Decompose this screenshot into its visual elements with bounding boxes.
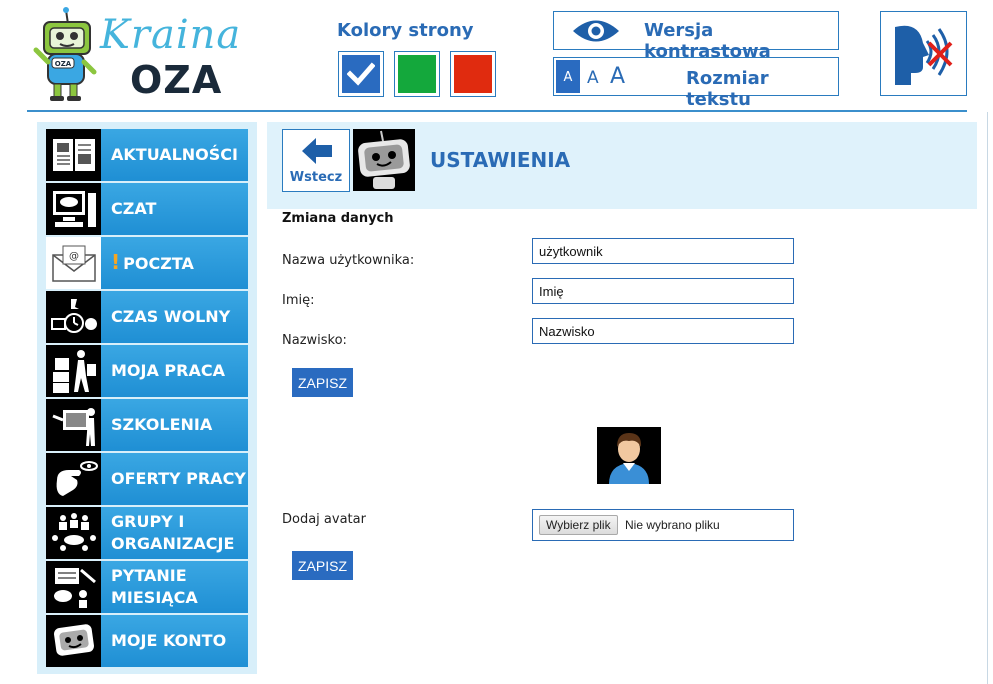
sidebar: AKTUALNOŚCI CZAT @ ! POCZTA CZAS WOLNY MO… [37, 122, 257, 674]
color-red-button[interactable] [450, 51, 496, 97]
page-colors-title: Kolory strony [337, 20, 474, 41]
sidebar-item-moja-praca[interactable]: MOJA PRACA [46, 345, 248, 397]
svg-text:@: @ [69, 251, 79, 262]
computer-chat-icon [46, 183, 101, 235]
save-avatar-button[interactable]: ZAPISZ [292, 551, 353, 580]
robot-account-icon [46, 615, 101, 667]
logo[interactable]: OZA Kraina OZA [30, 6, 240, 102]
sidebar-item-label: AKTUALNOŚCI [111, 145, 238, 164]
user-avatar-icon [609, 433, 649, 484]
text-size-control: A A A Rozmiar tekstu [553, 57, 839, 110]
sidebar-item-label: GRUPY I ORGANIZACJE [111, 512, 235, 553]
robot-mascot-icon: OZA [33, 7, 97, 101]
sidebar-item-pytanie-miesiaca[interactable]: PYTANIE MIESIĄCA [46, 561, 248, 613]
sidebar-item-moje-konto[interactable]: MOJE KONTO [46, 615, 248, 667]
sidebar-item-grupy[interactable]: GRUPY I ORGANIZACJE [46, 507, 248, 559]
back-button[interactable]: Wstecz [282, 129, 350, 192]
speech-off-icon [895, 25, 953, 85]
sidebar-item-label: MOJE KONTO [111, 631, 227, 650]
choose-file-button[interactable]: Wybierz plik [539, 515, 618, 535]
sidebar-item-label: MOJA PRACA [111, 361, 225, 380]
first-name-input[interactable]: Imię [532, 278, 794, 304]
text-size-large-button[interactable]: A [610, 64, 625, 89]
last-name-label: Nazwisko: [282, 333, 347, 348]
sidebar-item-label: CZAS WOLNY [111, 307, 231, 326]
newspaper-icon [46, 129, 101, 181]
sidebar-item-oferty-pracy[interactable]: OFERTY PRACY [46, 453, 248, 505]
training-icon [46, 399, 101, 451]
leisure-icon [46, 291, 101, 343]
robot-avatar-icon [353, 129, 415, 191]
sidebar-item-szkolenia[interactable]: SZKOLENIA [46, 399, 248, 451]
svg-text:OZA: OZA [55, 60, 72, 68]
color-blue-button[interactable] [338, 51, 384, 97]
back-label: Wstecz [289, 170, 343, 185]
save-data-button[interactable]: ZAPISZ [292, 368, 353, 397]
new-mail-alert: ! [111, 250, 121, 274]
username-input[interactable]: użytkownik [532, 238, 794, 264]
speech-toggle-button[interactable] [880, 11, 967, 96]
work-boxes-icon [46, 345, 101, 397]
color-green-button[interactable] [394, 51, 440, 97]
sidebar-item-poczta[interactable]: @ ! POCZTA [46, 237, 248, 289]
username-label: Nazwa użytkownika: [282, 253, 415, 268]
job-offers-icon [46, 453, 101, 505]
text-size-medium-button[interactable]: A [587, 68, 599, 88]
question-icon [46, 561, 101, 613]
header-divider [27, 110, 967, 112]
sidebar-item-label: OFERTY PRACY [111, 469, 246, 488]
first-name-label: Imię: [282, 293, 315, 308]
avatar [597, 427, 661, 484]
page: OZA Kraina OZA Kolory strony Wersja kont… [0, 0, 993, 684]
eye-icon [573, 20, 619, 42]
logo-kraina-text: Kraina [100, 12, 242, 58]
content-border [987, 112, 988, 684]
add-avatar-label: Dodaj avatar [282, 512, 366, 527]
sidebar-item-label: CZAT [111, 199, 157, 218]
contrast-version-button[interactable]: Wersja kontrastowa [553, 11, 839, 62]
sidebar-item-czat[interactable]: CZAT [46, 183, 248, 235]
contrast-label: Wersja kontrastowa [644, 20, 771, 62]
envelope-icon: @ [46, 237, 101, 289]
page-title: USTAWIENIA [430, 148, 571, 172]
sidebar-item-label: SZKOLENIA [111, 415, 213, 434]
text-size-small-button[interactable]: A [556, 60, 580, 93]
sidebar-item-label: PYTANIE MIESIĄCA [111, 566, 198, 607]
sidebar-item-czas-wolny[interactable]: CZAS WOLNY [46, 291, 248, 343]
section-title: Zmiana danych [282, 211, 394, 226]
avatar-file-input[interactable]: Wybierz plik Nie wybrano pliku [532, 509, 794, 541]
settings-header: Wstecz USTAWIENIA [267, 122, 977, 209]
logo-oza-text: OZA [130, 58, 223, 102]
sidebar-item-aktualnosci[interactable]: AKTUALNOŚCI [46, 129, 248, 181]
checkmark-icon [347, 62, 375, 86]
sidebar-item-label: ! POCZTA [111, 250, 194, 274]
text-size-label: Rozmiar tekstu [686, 68, 769, 110]
arrow-left-icon [302, 138, 332, 164]
last-name-input[interactable]: Nazwisko [532, 318, 794, 344]
groups-icon [46, 507, 101, 559]
file-status: Nie wybrano pliku [625, 518, 720, 532]
